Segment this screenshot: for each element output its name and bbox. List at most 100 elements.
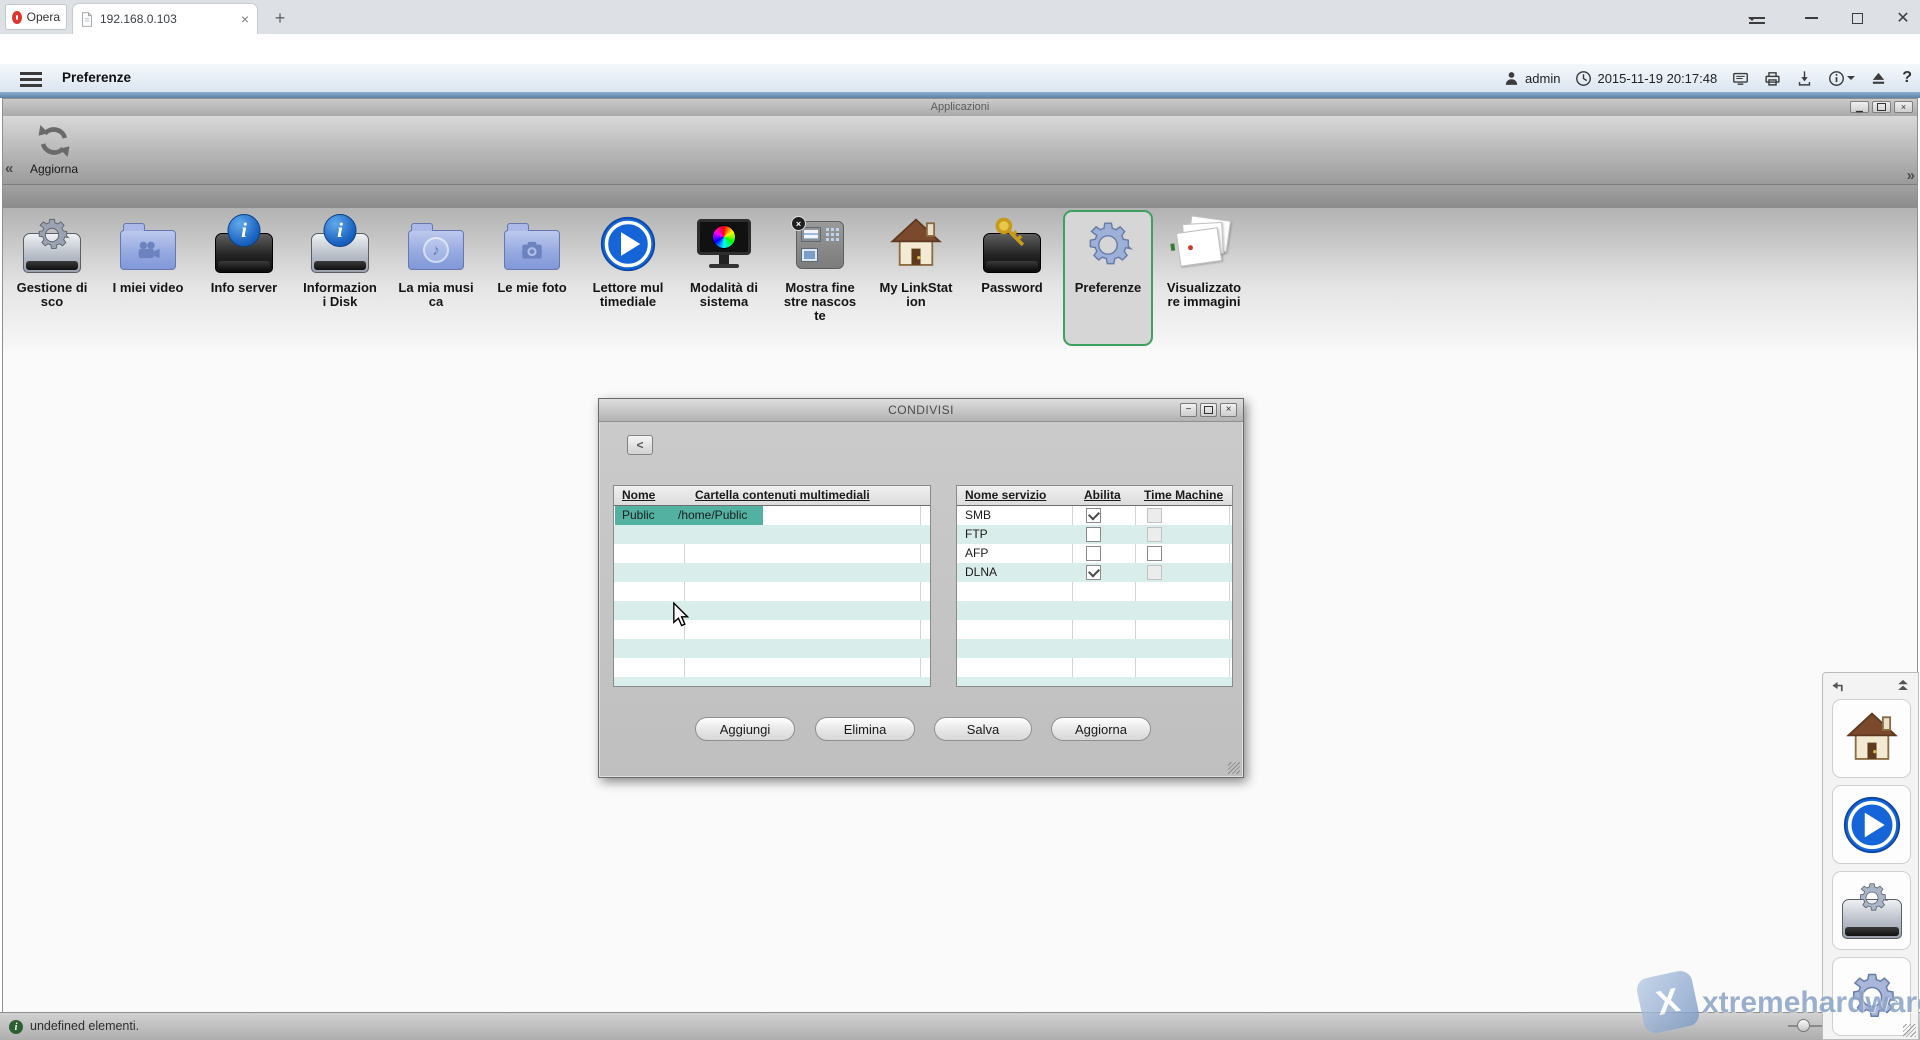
- app-i-miei-video[interactable]: I miei video: [100, 208, 196, 349]
- printer-icon[interactable]: [1764, 70, 1781, 87]
- play-circle-icon: [600, 216, 656, 272]
- afp-abilita-checkbox[interactable]: [1086, 546, 1101, 561]
- dock-home-button[interactable]: [1832, 699, 1911, 778]
- smb-timemachine-checkbox[interactable]: [1147, 508, 1162, 523]
- opera-menu-button[interactable]: Opera: [5, 4, 67, 30]
- collapse-right-arrow[interactable]: »: [1907, 167, 1915, 184]
- mouse-cursor: [672, 602, 694, 628]
- dock-preferences-button[interactable]: [1832, 957, 1911, 1036]
- app-mostra-finestre-nascoste[interactable]: Mostra fine stre nascos te: [772, 208, 868, 349]
- app-close-button[interactable]: ×: [1894, 101, 1913, 113]
- app-maximize-button[interactable]: [1872, 101, 1891, 113]
- music-note-icon: [423, 237, 449, 263]
- browser-address-bar: ← → 192.168.0.103/rtknas2/Applications/S…: [0, 34, 1920, 65]
- salva-button[interactable]: Salva: [934, 717, 1032, 741]
- download-icon[interactable]: [1796, 70, 1813, 87]
- shares-table[interactable]: Nome Cartella contenuti multimediali Pub…: [613, 485, 931, 687]
- eject-icon[interactable]: [1870, 70, 1887, 87]
- zoom-slider-knob[interactable]: [1797, 1019, 1810, 1032]
- dialog-title: CONDIVISI: [599, 399, 1243, 421]
- service-row-afp[interactable]: AFP: [957, 544, 1232, 563]
- opera-label: Opera: [27, 10, 60, 24]
- dialog-minimize-button[interactable]: −: [1180, 403, 1197, 417]
- app-my-linkstation[interactable]: My LinkStat ion: [868, 208, 964, 349]
- aggiungi-button[interactable]: Aggiungi: [695, 717, 795, 741]
- browser-tab[interactable]: 192.168.0.103 ×: [72, 3, 258, 34]
- gear-icon: [1853, 879, 1891, 917]
- col-abilita[interactable]: Abilita: [1084, 486, 1121, 505]
- dock-media-player-button[interactable]: [1832, 785, 1911, 864]
- tab-close-icon[interactable]: ×: [241, 12, 249, 26]
- empty-row: [614, 677, 930, 687]
- col-time-machine[interactable]: Time Machine: [1144, 486, 1223, 505]
- empty-row: [957, 601, 1232, 620]
- user-name: admin: [1525, 71, 1560, 86]
- new-tab-button[interactable]: +: [268, 6, 292, 30]
- folder-icon: [120, 230, 176, 270]
- applications-titlebar[interactable]: Applicazioni ▁ ×: [3, 99, 1917, 117]
- display-icon[interactable]: [1732, 70, 1749, 87]
- afp-timemachine-checkbox[interactable]: [1147, 546, 1162, 561]
- dock-collapse-icon[interactable]: [1896, 679, 1910, 693]
- app-gestione-disco[interactable]: Gestione di sco: [4, 208, 100, 349]
- col-nome-servizio[interactable]: Nome servizio: [965, 486, 1046, 505]
- info-icon: [324, 214, 357, 247]
- col-nome[interactable]: Nome: [622, 486, 655, 505]
- nas-menu-icon[interactable]: [20, 72, 42, 75]
- refresh-button[interactable]: Aggiorna: [23, 122, 85, 182]
- services-table[interactable]: Nome servizio Abilita Time Machine SMB F…: [956, 485, 1233, 687]
- dialog-resize-grip[interactable]: [1228, 762, 1240, 774]
- app-informazioni-disk[interactable]: Informazion i Disk: [292, 208, 388, 349]
- empty-row: [614, 639, 930, 658]
- refresh-label: Aggiorna: [23, 162, 85, 176]
- monitor-icon: [692, 214, 756, 278]
- empty-row: [614, 601, 930, 620]
- dock-disk-utility-button[interactable]: [1832, 871, 1911, 950]
- dialog-maximize-button[interactable]: [1200, 403, 1217, 417]
- browser-tab-bar: Opera 192.168.0.103 × + ✕: [0, 0, 1920, 35]
- applications-toolbar: « Aggiorna: [3, 116, 1917, 184]
- dlna-abilita-checkbox[interactable]: [1086, 565, 1101, 580]
- folder-icon: [408, 230, 464, 270]
- search-bar: Cerca: [3, 184, 1917, 208]
- app-minimize-button[interactable]: ▁: [1850, 101, 1869, 113]
- tab-menu-icon[interactable]: [1742, 8, 1772, 28]
- aggiorna-button[interactable]: Aggiorna: [1051, 717, 1151, 741]
- clock-icon: [1575, 70, 1592, 87]
- help-button[interactable]: ?: [1902, 69, 1912, 87]
- dlna-timemachine-checkbox[interactable]: [1147, 565, 1162, 580]
- app-info-server[interactable]: Info server: [196, 208, 292, 349]
- ftp-timemachine-checkbox[interactable]: [1147, 527, 1162, 542]
- share-row-public[interactable]: Public /home/Public: [614, 506, 930, 525]
- service-row-dlna[interactable]: DLNA: [957, 563, 1232, 582]
- app-preferenze[interactable]: Preferenze: [1060, 208, 1156, 349]
- app-la-mia-musica[interactable]: La mia musi ca: [388, 208, 484, 349]
- smb-abilita-checkbox[interactable]: [1086, 508, 1101, 523]
- app-visualizzatore-immagini[interactable]: Visualizzato re immagini: [1156, 208, 1252, 349]
- col-cartella[interactable]: Cartella contenuti multimediali: [695, 486, 870, 505]
- service-row-ftp[interactable]: FTP: [957, 525, 1232, 544]
- app-le-mie-foto[interactable]: Le mie foto: [484, 208, 580, 349]
- logged-user[interactable]: admin: [1503, 70, 1560, 87]
- dock-resize-grip[interactable]: [1903, 1024, 1916, 1037]
- tab-title: 192.168.0.103: [100, 12, 234, 26]
- dock-back-icon[interactable]: [1831, 679, 1846, 694]
- app-modalita-di-sistema[interactable]: Modalità di sistema: [676, 208, 772, 349]
- elimina-button[interactable]: Elimina: [815, 717, 915, 741]
- datetime: 2015-11-19 20:17:48: [1597, 71, 1717, 86]
- app-lettore-multimediale[interactable]: Lettore mul timediale: [580, 208, 676, 349]
- collapse-left-arrow[interactable]: «: [5, 160, 13, 177]
- service-row-smb[interactable]: SMB: [957, 506, 1232, 525]
- window-restore-button[interactable]: [1842, 8, 1872, 28]
- ftp-abilita-checkbox[interactable]: [1086, 527, 1101, 542]
- gear-icon: [1842, 967, 1902, 1027]
- power-menu[interactable]: [1828, 70, 1855, 87]
- window-close-button[interactable]: ✕: [1888, 8, 1918, 28]
- opera-logo-icon: [12, 11, 22, 24]
- dialog-close-button[interactable]: ×: [1220, 403, 1237, 417]
- window-minimize-button[interactable]: [1796, 8, 1826, 28]
- photo-stack-icon: [1172, 214, 1236, 278]
- dialog-titlebar[interactable]: CONDIVISI − ×: [599, 399, 1243, 422]
- dialog-back-button[interactable]: <: [627, 435, 653, 455]
- app-password[interactable]: Password: [964, 208, 1060, 349]
